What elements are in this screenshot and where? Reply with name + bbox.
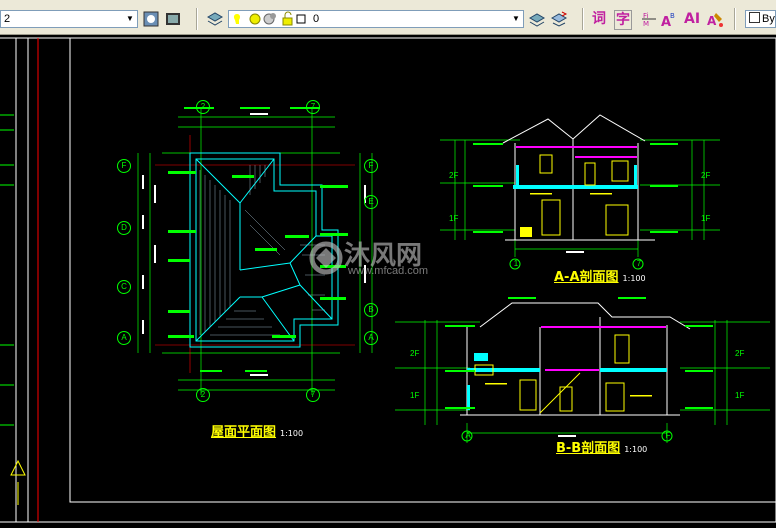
drawing-frame (0, 37, 776, 523)
floor-label: 1F (701, 214, 711, 223)
section-aa-title: A-A剖面图 1:100 (554, 266, 646, 285)
axis-bubble: 1 (513, 259, 519, 268)
toolbar-separator (196, 8, 198, 30)
mfcad-logo-icon (309, 241, 343, 275)
text-style-value: 2 (4, 13, 11, 25)
chevron-down-icon[interactable]: ▼ (509, 11, 523, 27)
axis-bubble: C (117, 280, 131, 294)
axis-bubble: 2 (196, 100, 210, 114)
color-swatch (749, 12, 760, 23)
floor-label: 1F (735, 391, 745, 400)
axis-bubble: A (364, 331, 378, 345)
section-bb (395, 297, 770, 443)
axis-bubble: D (117, 221, 131, 235)
toolbar-separator (734, 8, 736, 30)
drawing-canvas[interactable]: 2 7 F D C A F E B A 2 7 2F 1F 2F 1F 2F 1… (0, 35, 776, 528)
toolbar: 2 ▼ 0 ▼ 词 字 Fi M AB AI A By (0, 0, 776, 35)
axis-bubble: F (117, 159, 131, 173)
axis-bubble: E (364, 195, 378, 209)
make-layer-current-icon[interactable] (528, 10, 546, 28)
roof-plan-title-text: 屋面平面图 (211, 425, 277, 440)
table-style-icon[interactable] (164, 10, 182, 28)
roof-plan-scale: 1:100 (280, 429, 304, 438)
layer-combo[interactable]: 0 ▼ (228, 10, 524, 28)
section-aa (440, 114, 720, 270)
dimension-style-icon[interactable] (142, 10, 160, 28)
svg-text:B: B (670, 12, 675, 20)
left-sheet-fragment (0, 114, 26, 505)
axis-bubble: A (465, 431, 471, 440)
watermark-url: www.mfcad.com (348, 265, 429, 277)
svg-text:M: M (643, 20, 649, 28)
cad-drawing (0, 37, 776, 523)
section-bb-scale: 1:100 (624, 445, 648, 454)
text-style-combo[interactable]: 2 ▼ (0, 10, 138, 28)
stacked-text-icon[interactable]: Fi M (640, 10, 658, 28)
word-button[interactable]: 词 (592, 10, 606, 28)
section-bb-title: B-B剖面图 1:100 (556, 437, 647, 456)
color-value: By (762, 13, 775, 25)
floor-label: 2F (735, 349, 745, 358)
floor-label: 2F (449, 171, 459, 180)
section-aa-scale: 1:100 (622, 274, 646, 283)
layer-manager-icon[interactable] (206, 10, 224, 28)
text-style-brush-icon[interactable]: A (706, 10, 724, 28)
layer-state-icons (233, 11, 306, 26)
floor-label: 1F (410, 391, 420, 400)
axis-bubble: F (364, 159, 378, 173)
axis-bubble: F (665, 431, 671, 440)
toolbar-separator (582, 8, 584, 30)
color-combo[interactable]: By (745, 10, 776, 28)
floor-label: 2F (701, 171, 711, 180)
section-aa-title-text: A-A剖面图 (554, 270, 619, 285)
layer-name: 0 (313, 13, 320, 25)
chevron-down-icon[interactable]: ▼ (123, 11, 137, 27)
text-height-icon[interactable]: AB (660, 10, 678, 28)
axis-bubble: B (364, 303, 378, 317)
axis-bubble: 7 (306, 100, 320, 114)
floor-label: 1F (449, 214, 459, 223)
roof-plan-title: 屋面平面图 1:100 (211, 421, 303, 440)
floor-label: 2F (410, 349, 420, 358)
axis-bubble: 2 (196, 388, 210, 402)
axis-bubble: 7 (306, 388, 320, 402)
character-button[interactable]: 字 (614, 10, 632, 30)
section-bb-title-text: B-B剖面图 (556, 441, 621, 456)
axis-bubble: A (117, 331, 131, 345)
ai-text-button[interactable]: AI (684, 10, 700, 28)
layer-previous-icon[interactable] (550, 10, 568, 28)
